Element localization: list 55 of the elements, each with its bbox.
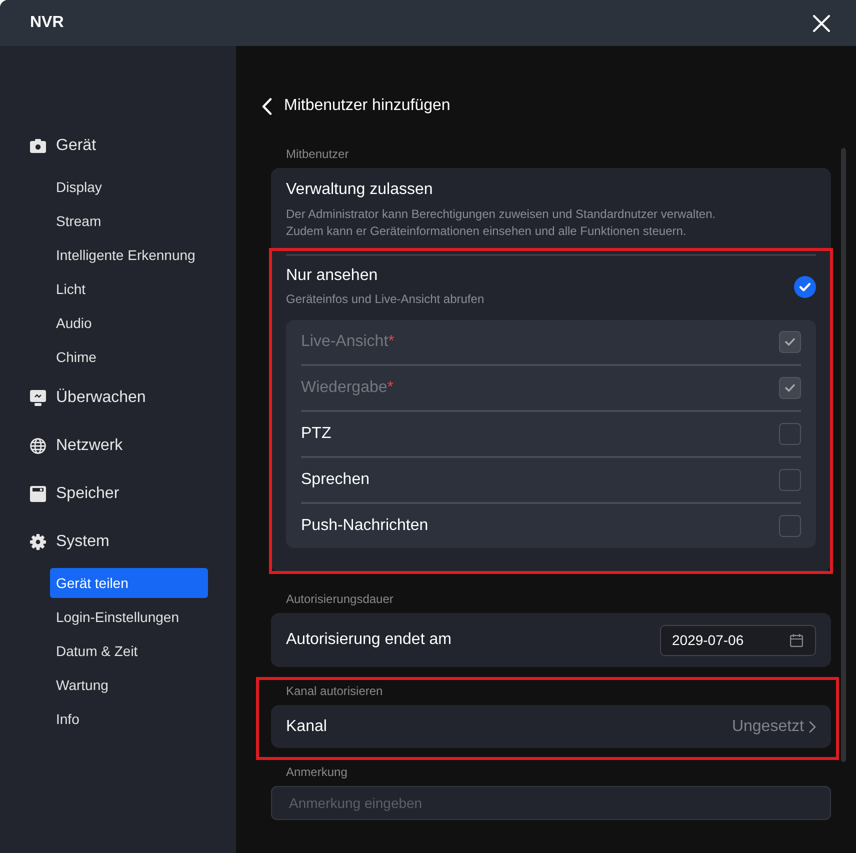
sidebar-subitem[interactable]: Licht [50,274,208,304]
option-title: Verwaltung zulassen [286,180,434,200]
option-description: Geräteinfos und Live-Ansicht abrufen [286,291,484,308]
checkbox[interactable] [779,423,801,445]
permission-label: Wiedergabe* [301,379,394,397]
setting-title: Kanal [286,718,327,736]
globe-icon [30,438,46,454]
sidebar-subitem[interactable]: Display [50,172,208,202]
camera-icon [30,139,46,153]
sidebar-subitem[interactable]: Info [50,704,208,734]
window-title: NVR [30,14,64,32]
sidebar-subitem[interactable]: Gerät teilen [50,568,208,598]
sidebar-subitem[interactable]: Login-Einstellungen [50,602,208,632]
back-button[interactable] [262,98,272,114]
permission-label: Push-Nachrichten [301,517,428,535]
date-field[interactable]: 2029-07-06 [660,624,816,656]
check-circle-icon[interactable] [794,276,816,298]
section-label: Autorisierungsdauer [285,591,394,607]
check-icon [785,384,795,392]
section-label: Mitbenutzer [285,146,350,162]
checkbox[interactable] [779,515,801,537]
sidebar-item[interactable]: Netzwerk [30,422,123,470]
calendar-icon [790,634,803,646]
sidebar-subitem[interactable]: Stream [50,206,208,236]
permission-label: Sprechen [301,471,370,489]
role-option[interactable]: Verwaltung zulassen Der Administrator kann Berechtigungen zuweisen und Standardnutzer verwalten. Zudem kann er Geräteinformationen einsehen und alle Funktionen steuern. [271,168,831,254]
monitor-icon [30,390,46,406]
option-description: Der Administrator kann Berechtigungen zuweisen und Standardnutzer verwalten. Zudem kann er Geräteinformationen einsehen und alle Funktionen steuern. [286,206,716,240]
scrollbar[interactable] [841,148,846,762]
check-icon [785,338,795,346]
sidebar-subitem[interactable]: Audio [50,308,208,338]
sidebar-item[interactable]: Gerät [30,122,96,170]
sidebar-subitem[interactable]: Wartung [50,670,208,700]
setting-title: Autorisierung endet am [286,631,452,649]
sidebar-subitem[interactable]: Datum & Zeit [50,636,208,666]
chevron-right-icon [809,720,816,732]
note-input[interactable]: Anmerkung eingeben [271,786,831,820]
sidebar-subitem[interactable]: Intelligente Erkennung [50,240,208,270]
sidebar-subitem[interactable]: Chime [50,342,208,372]
checkbox[interactable] [779,469,801,491]
permission-label: PTZ [301,425,332,443]
close-icon [813,14,830,32]
channel-row[interactable]: Kanal Ungesetzt [271,705,831,748]
setting-value: Ungesetzt [732,718,804,736]
sidebar-item[interactable]: System [30,518,110,566]
sidebar-item[interactable]: Speicher [30,470,120,518]
sidebar-item[interactable]: Überwachen [30,374,146,422]
page-title: Mitbenutzer hinzufügen [284,96,450,116]
close-button[interactable] [813,14,830,32]
section-label: Kanal autorisieren [285,683,384,699]
chevron-left-icon [262,98,272,114]
option-title: Nur ansehen [286,266,379,286]
permission-label: Live-Ansicht* [301,333,394,351]
gear-icon [30,534,46,550]
section-label: Anmerkung [285,764,348,780]
